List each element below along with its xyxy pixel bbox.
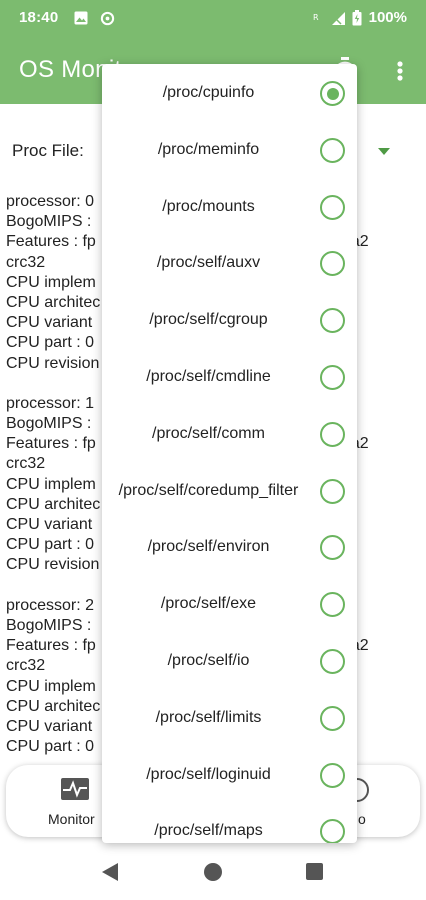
more-options-icon[interactable]	[388, 56, 412, 86]
dropdown-option-label: /proc/self/loginuid	[146, 765, 271, 783]
radio-button[interactable]	[320, 81, 345, 106]
content-line-text: CPU implem	[6, 677, 96, 695]
status-time: 18:40	[19, 9, 59, 26]
status-bar: 18:40 R 100%	[0, 0, 426, 36]
dropdown-option-label: /proc/meminfo	[157, 140, 260, 158]
dropdown-option[interactable]: /proc/self/maps	[102, 803, 357, 843]
dropdown-option-label: /proc/self/environ	[147, 538, 270, 556]
dropdown-option-label: /proc/self/maps	[154, 822, 263, 840]
dropdown-arrow-icon[interactable]	[378, 148, 390, 155]
radio-button[interactable]	[320, 478, 345, 504]
radio-button[interactable]	[320, 251, 345, 277]
signal-icon	[330, 10, 346, 26]
radio-button[interactable]	[320, 194, 345, 220]
content-line-text: CPU architec	[6, 293, 101, 311]
dropdown-option[interactable]: /proc/self/io	[102, 633, 357, 690]
back-icon[interactable]	[102, 863, 118, 881]
content-line-text: CPU part : 0	[6, 334, 95, 352]
dropdown-option-label: /proc/self/cgroup	[149, 311, 268, 329]
content-line-text: CPU revision	[6, 354, 100, 372]
content-line-text: processor: 2	[6, 596, 95, 614]
dropdown-option-label: /proc/self/io	[167, 652, 250, 669]
content-line-text: CPU implem	[6, 475, 96, 493]
radio-button[interactable]	[320, 137, 345, 163]
dropdown-option-label: /proc/self/comm	[152, 424, 265, 442]
home-icon[interactable]	[204, 863, 222, 881]
radio-button[interactable]	[320, 705, 345, 731]
dropdown-option-label: /proc/self/exe	[160, 595, 257, 613]
dropdown-option-label: /proc/mounts	[162, 197, 255, 215]
system-navigation-bar	[0, 845, 426, 900]
dropdown-option[interactable]: /proc/mounts	[102, 179, 357, 236]
battery-icon	[349, 10, 365, 26]
content-line-text: CPU variant	[6, 314, 93, 332]
radio-button[interactable]	[320, 535, 345, 561]
radio-button[interactable]	[320, 308, 345, 334]
content-line-text: CPU part : 0	[6, 536, 95, 554]
dropdown-option-label: /proc/self/limits	[155, 708, 262, 726]
svg-text:R: R	[313, 13, 319, 22]
content-line-text: Features : fp	[6, 233, 96, 251]
content-line-text: processor: 0	[6, 193, 95, 210]
recents-icon[interactable]	[306, 863, 323, 880]
dropdown-option[interactable]: /proc/cpuinfo	[102, 65, 357, 122]
radio-button[interactable]	[320, 762, 345, 788]
gallery-icon	[73, 10, 89, 26]
content-line-text: CPU part : 0	[6, 738, 95, 756]
dropdown-option[interactable]: /proc/self/loginuid	[102, 747, 357, 804]
sync-icon	[99, 10, 115, 26]
radio-button[interactable]	[320, 592, 345, 618]
content-line-text: crc32	[6, 253, 46, 271]
content-line-text: crc32	[6, 455, 46, 473]
proc-file-dropdown-menu: /proc/cpuinfo/proc/meminfo/proc/mounts/p…	[102, 64, 357, 843]
dropdown-option[interactable]: /proc/self/comm	[102, 406, 357, 463]
monitor-icon[interactable]	[60, 777, 90, 801]
content-line-text: BogoMIPS :	[6, 213, 92, 231]
content-line-text: CPU implem	[6, 273, 96, 291]
dropdown-option[interactable]: /proc/self/cmdline	[102, 349, 357, 406]
radio-button[interactable]	[320, 421, 345, 447]
dropdown-option[interactable]: /proc/self/auxv	[102, 235, 357, 292]
content-line-text: CPU variant	[6, 717, 93, 735]
battery-percent: 100%	[368, 9, 407, 26]
content-line-text: BogoMIPS :	[6, 415, 92, 433]
dropdown-option[interactable]: /proc/meminfo	[102, 122, 357, 179]
radio-button[interactable]	[320, 819, 345, 843]
dropdown-option[interactable]: /proc/self/environ	[102, 519, 357, 576]
nav-about-label[interactable]: o	[358, 811, 366, 827]
dropdown-option[interactable]: /proc/self/limits	[102, 690, 357, 747]
radio-button[interactable]	[320, 649, 345, 674]
content-line-text: Features : fp	[6, 435, 96, 453]
dropdown-option-label: /proc/cpuinfo	[162, 84, 255, 101]
wifi-icon: R	[310, 10, 326, 26]
dropdown-option-label: /proc/self/cmdline	[146, 368, 271, 385]
dropdown-option-label: /proc/self/coredump_filter	[118, 481, 299, 499]
dropdown-option[interactable]: /proc/self/exe	[102, 576, 357, 633]
dropdown-option-label: /proc/self/auxv	[156, 254, 261, 272]
nav-monitor-label[interactable]: Monitor	[48, 811, 95, 827]
content-line-text: Features : fp	[6, 637, 96, 655]
content-line-text: processor: 1	[6, 394, 95, 412]
radio-button[interactable]	[320, 365, 345, 390]
proc-file-label: Proc File:	[12, 141, 84, 160]
content-line-text: CPU revision	[6, 556, 100, 574]
content-line-text: CPU architec	[6, 697, 101, 715]
content-line-text: BogoMIPS :	[6, 616, 92, 634]
dropdown-option[interactable]: /proc/self/cgroup	[102, 292, 357, 349]
content-line-text: crc32	[6, 657, 46, 675]
dropdown-option[interactable]: /proc/self/coredump_filter	[102, 463, 357, 520]
content-line-text: CPU architec	[6, 495, 101, 513]
content-line-text: CPU variant	[6, 516, 93, 533]
